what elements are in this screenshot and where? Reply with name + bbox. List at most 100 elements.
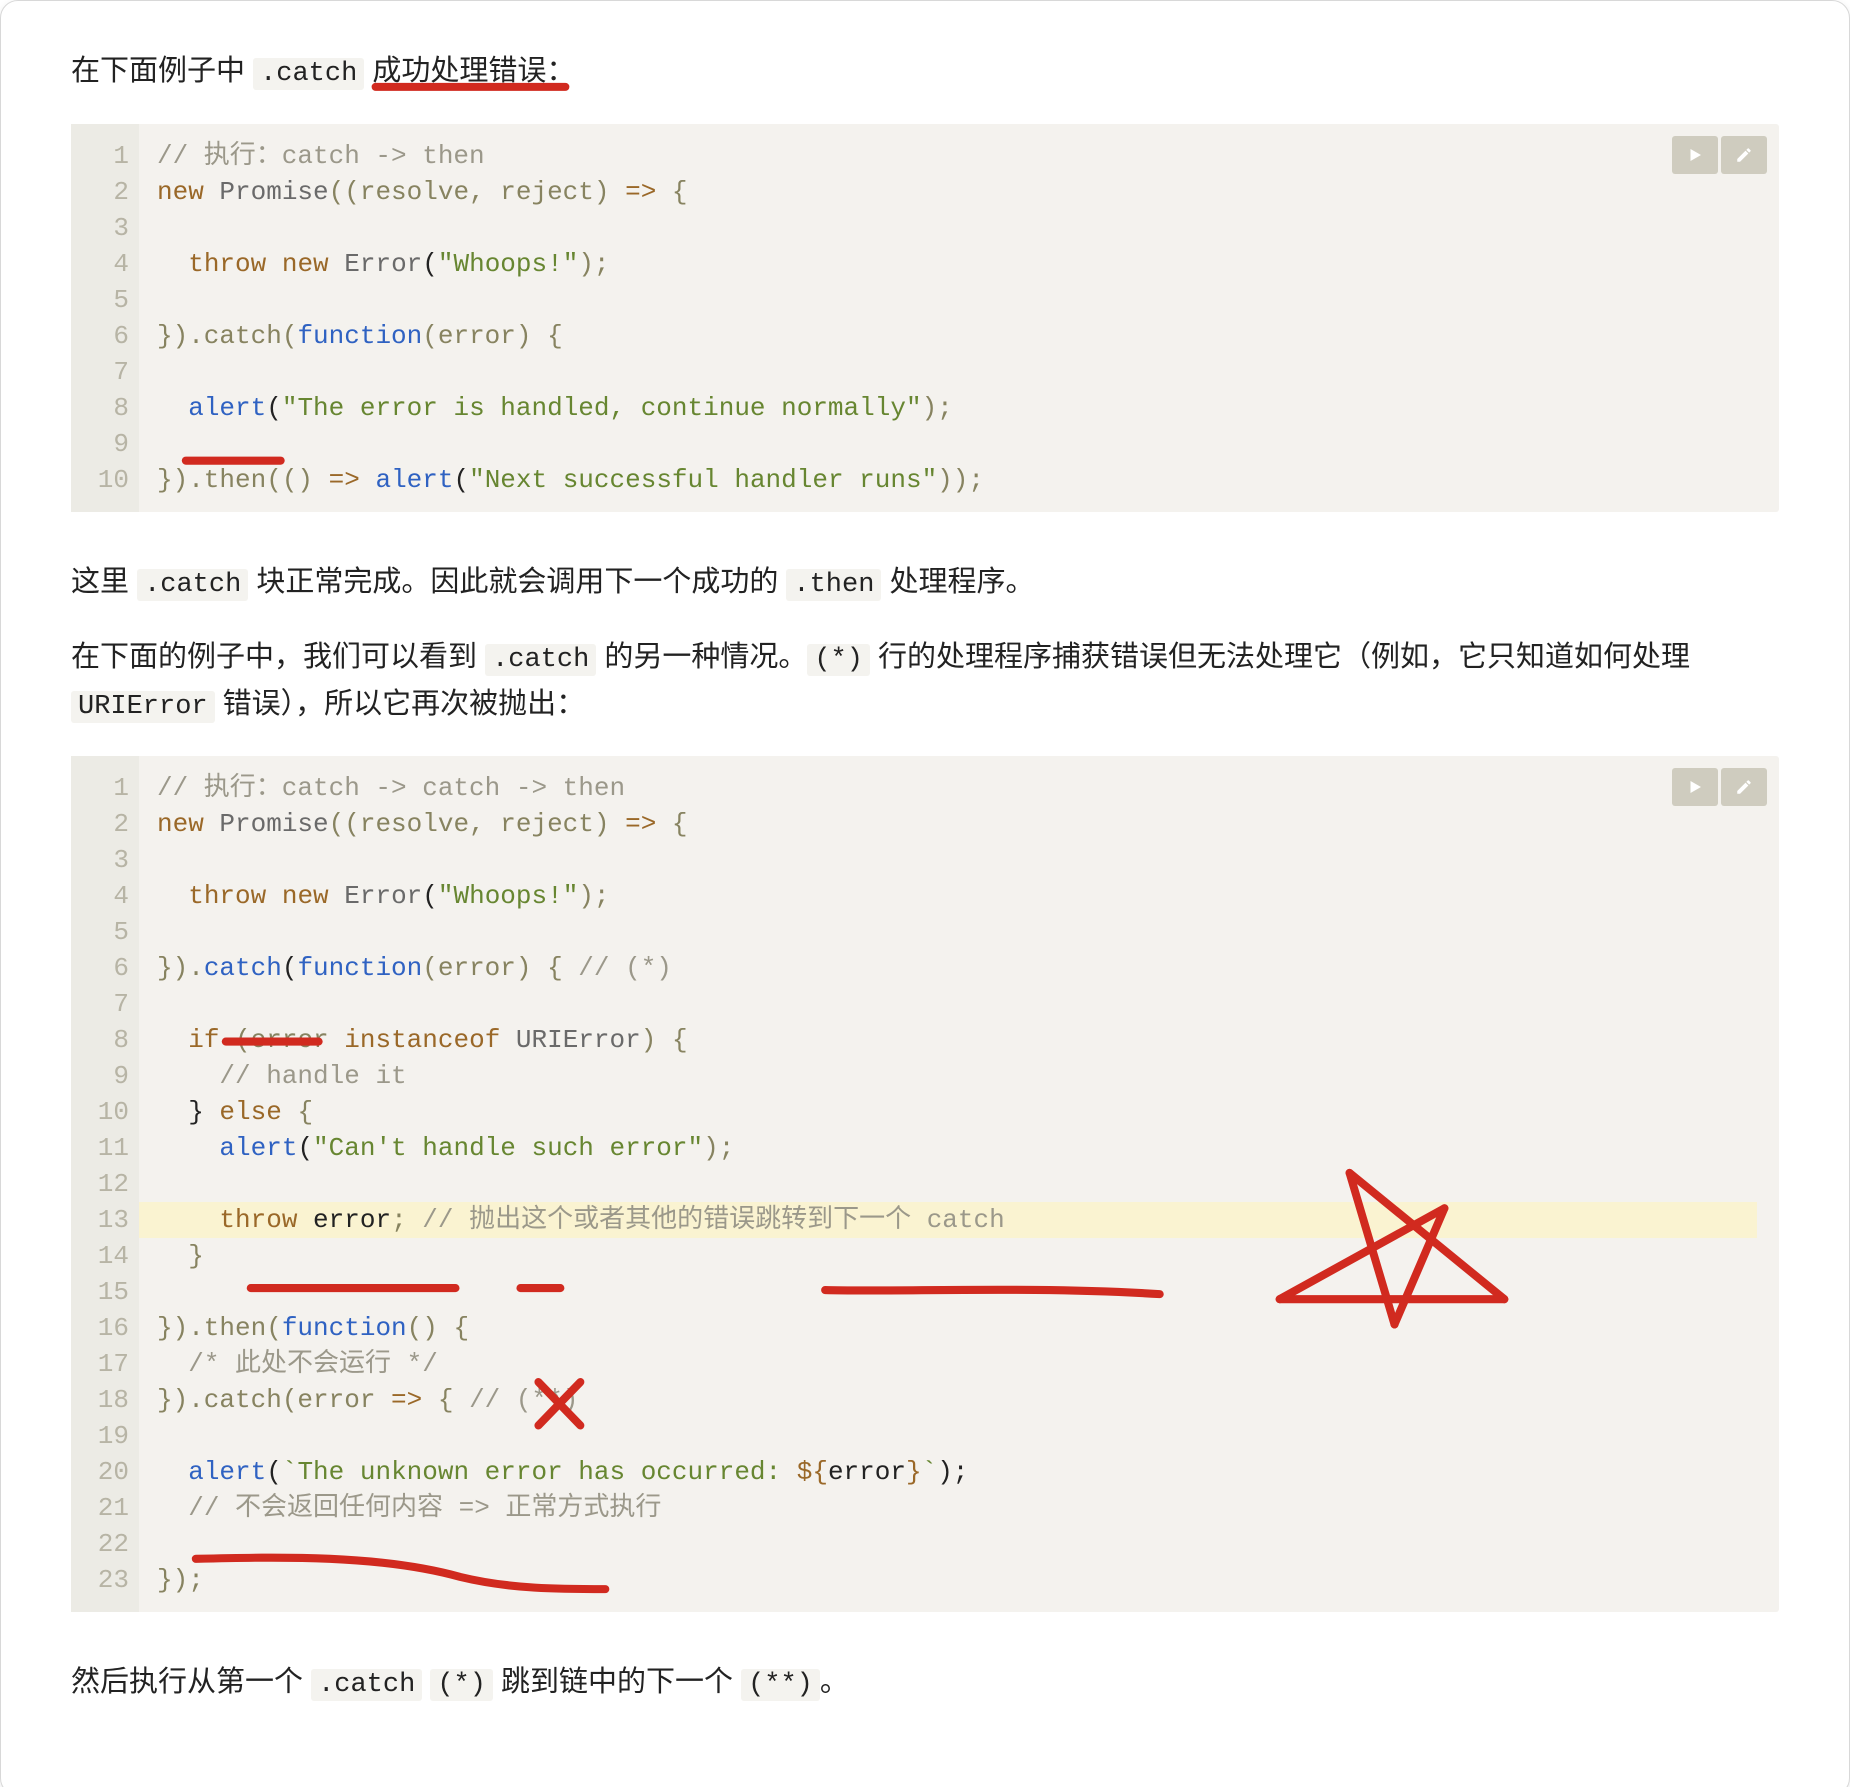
brace: { [656,809,687,839]
edit-button[interactable] [1721,136,1767,174]
args: () { [407,1313,469,1343]
inline-code: (*) [807,644,870,676]
run-button[interactable] [1672,768,1718,806]
comment: // 执行：catch -> catch -> then [157,773,625,803]
tpl-close: } [906,1457,922,1487]
func-alert: alert [219,1133,297,1163]
brace: ) { [641,1025,688,1055]
func-alert: alert [188,393,266,423]
args: (error) { [422,953,578,983]
func-alert: alert [188,1457,266,1487]
comment: // handle it [219,1061,406,1091]
comment: // 抛出这个或者其他的错误跳转到下一个 catch [422,1205,1004,1235]
string: ` [922,1457,938,1487]
args: ((resolve, reject) [329,809,625,839]
line-numbers: 12345678910 [71,124,139,512]
punct: }).catch( [157,321,297,351]
arrow: => [625,177,656,207]
method-catch: catch [204,953,282,983]
string: "Can't handle such error" [313,1133,703,1163]
code-block-2: 1234567891011121314151617181920212223 //… [71,756,1779,1612]
inline-code: .catch [311,1669,422,1701]
punct: ; [391,1205,407,1235]
punct: }).then(() [157,465,329,495]
play-icon [1686,778,1704,796]
edit-icon [1735,778,1753,796]
inline-code: .catch [485,644,596,676]
code-controls [1672,768,1767,806]
class-promise: Promise [219,177,328,207]
paragraph-3: 在下面的例子中，我们可以看到 .catch 的另一种情况。(*) 行的处理程序捕… [71,635,1779,729]
func-alert: alert [375,465,453,495]
brace: { [656,177,687,207]
keyword-throw: throw [188,249,266,279]
string: "Next successful handler runs" [469,465,937,495]
punct: ); [578,249,609,279]
text: 块正常完成。因此就会调用下一个成功的 [248,566,786,598]
args: ((resolve, reject) [329,177,625,207]
edit-icon [1735,146,1753,164]
arrow: => [391,1385,422,1415]
punct: }). [157,953,204,983]
inline-code: .catch [253,58,364,90]
keyword-new: new [282,881,329,911]
text: 然后执行从第一个 [71,1666,311,1698]
inline-code: .then [786,569,881,601]
paragraph-4: 然后执行从第一个 .catch (*) 跳到链中的下一个 (**)。 [71,1660,1779,1707]
brace: { [422,1385,469,1415]
class-promise: Promise [219,809,328,839]
comment: // 不会返回任何内容 => 正常方式执行 [188,1493,661,1523]
keyword-function: function [297,321,422,351]
text: 的另一种情况。 [596,641,807,673]
comment: // (*) [578,953,672,983]
run-button[interactable] [1672,136,1718,174]
highlighted-line: throw error; // 抛出这个或者其他的错误跳转到下一个 catch [139,1202,1757,1238]
play-icon [1686,146,1704,164]
punct: }).catch(error [157,1385,391,1415]
string: "Whoops!" [438,249,578,279]
text: 在下面的例子中，我们可以看到 [71,641,485,673]
identifier: error [313,1205,391,1235]
keyword-throw: throw [219,1205,297,1235]
punct: ); [922,393,953,423]
code-block-1: 12345678910 // 执行：catch -> then new Prom… [71,124,1779,512]
punct: }); [157,1565,204,1595]
paragraph-intro: 在下面例子中 .catch 成功处理错误： [71,49,1779,96]
code-content: // 执行：catch -> catch -> then new Promise… [139,756,1779,1612]
keyword-throw: throw [188,881,266,911]
line-numbers: 1234567891011121314151617181920212223 [71,756,139,1612]
inline-code: (**) [741,1669,820,1701]
inline-code: .catch [137,569,248,601]
text: 跳到链中的下一个 [493,1666,741,1698]
class-urierror: URIError [516,1025,641,1055]
keyword-function: function [297,953,422,983]
keyword-instanceof: instanceof [344,1025,500,1055]
brace: { [282,1097,313,1127]
string: The unknown error has occurred: [297,1457,796,1487]
brace: } [188,1241,204,1271]
keyword-new: new [157,177,204,207]
string: "Whoops!" [438,881,578,911]
punct: )); [937,465,984,495]
text: 行的处理程序捕获错误但无法处理它（例如，它只知道如何处理 [870,641,1690,673]
comment: // (**) [469,1385,578,1415]
arrow: => [625,809,656,839]
keyword-if: if [188,1025,219,1055]
text: 。 [820,1666,849,1698]
inline-code: (*) [430,1669,493,1701]
args: (error) { [422,321,562,351]
code-controls [1672,136,1767,174]
code-content: // 执行：catch -> then new Promise((resolve… [139,124,1779,512]
text: 这里 [71,566,137,598]
identifier: error [828,1457,906,1487]
text: 处理程序。 [881,566,1034,598]
page: 在下面例子中 .catch 成功处理错误： 12345678910 // 执行：… [0,0,1850,1787]
keyword-new: new [157,809,204,839]
text: 成功处理错误： [364,55,575,87]
punct: }).then( [157,1313,282,1343]
edit-button[interactable] [1721,768,1767,806]
text: 错误），所以它再次被抛出： [215,688,586,720]
punct: ); [703,1133,734,1163]
class-error: Error [344,249,422,279]
punct: ); [578,881,609,911]
